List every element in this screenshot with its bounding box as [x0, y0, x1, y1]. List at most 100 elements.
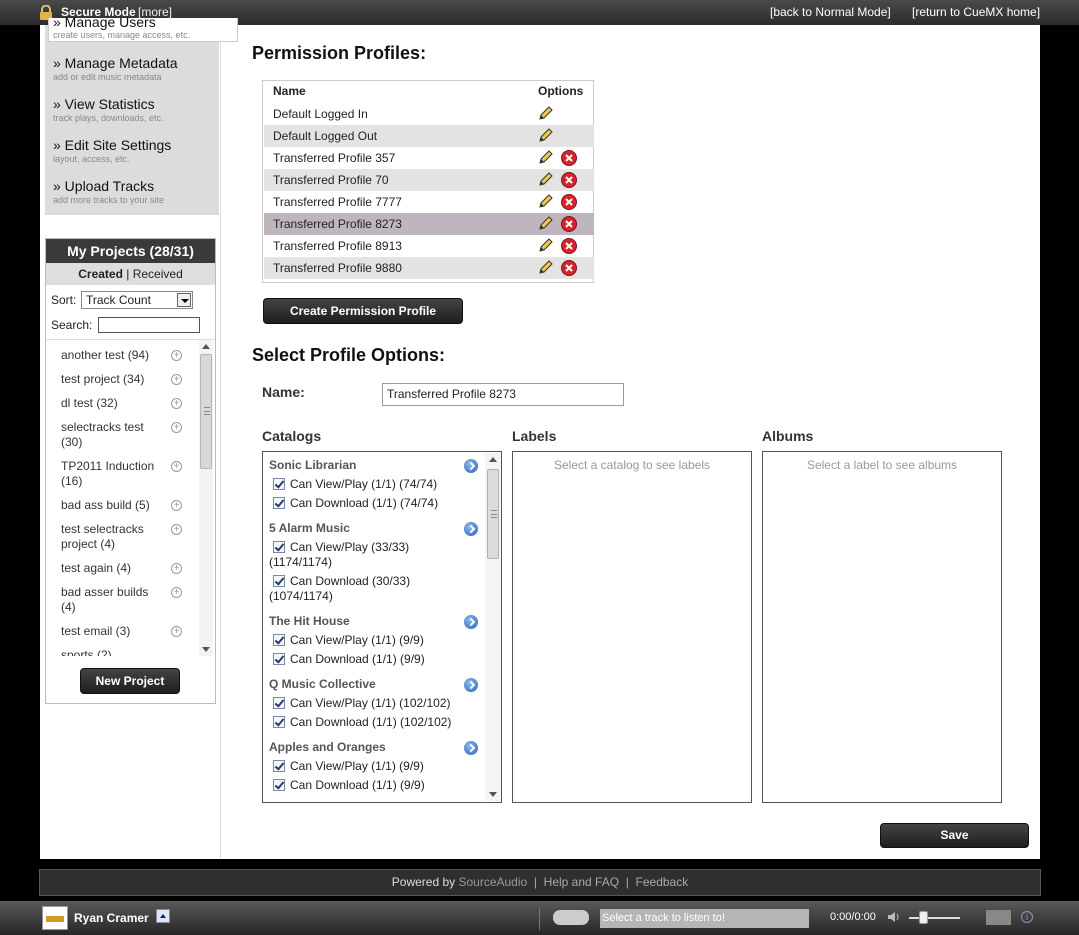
catalog-name[interactable]: Q Music Collective [269, 677, 479, 691]
table-row[interactable]: Default Logged In [264, 103, 594, 125]
catalog-permission-download[interactable]: Can Download (30/33) [273, 574, 410, 589]
expand-arrow-icon[interactable] [464, 459, 478, 473]
tab-received[interactable]: Received [133, 267, 183, 281]
visualizer-icon[interactable] [986, 910, 1011, 925]
sort-select[interactable]: Track Count [81, 291, 193, 309]
catalog-name[interactable]: Apples and Oranges [269, 740, 479, 754]
list-item[interactable]: test again (4) [61, 561, 161, 576]
save-button[interactable]: Save [880, 823, 1029, 848]
catalog-permission-download[interactable]: Can Download (1/1) (74/74) [273, 496, 438, 511]
admin-item-manage-users[interactable]: » Manage Users create users, manage acce… [48, 14, 238, 42]
list-item[interactable]: test selectracks project (4) [61, 522, 161, 552]
scroll-down-icon[interactable] [489, 792, 497, 797]
expand-arrow-icon[interactable] [464, 522, 478, 536]
add-circle-icon[interactable]: + [171, 374, 182, 385]
feedback-link[interactable]: Feedback [636, 875, 689, 889]
checkbox[interactable] [273, 541, 285, 553]
volume-icon[interactable] [887, 911, 901, 923]
add-circle-icon[interactable]: + [171, 524, 182, 535]
return-home-link[interactable]: [return to CueMX home] [912, 5, 1040, 19]
add-circle-icon[interactable]: + [171, 500, 182, 511]
checkbox[interactable] [273, 653, 285, 665]
catalog-permission-view[interactable]: Can View/Play (1/1) (9/9) [273, 759, 424, 774]
delete-icon[interactable] [561, 150, 577, 166]
info-icon[interactable]: i [1021, 911, 1033, 923]
expand-arrow-icon[interactable] [464, 678, 478, 692]
pencil-edit-icon[interactable] [538, 238, 553, 253]
tab-created[interactable]: Created [78, 267, 123, 281]
catalog-name[interactable]: Sonic Librarian [269, 458, 479, 472]
list-item[interactable]: sports (2) [61, 648, 161, 656]
catalog-permission-view[interactable]: Can View/Play (1/1) (74/74) [273, 477, 437, 492]
scroll-down-icon[interactable] [202, 647, 210, 652]
pencil-edit-icon[interactable] [538, 150, 553, 165]
checkbox[interactable] [273, 478, 285, 490]
delete-icon[interactable] [561, 260, 577, 276]
add-circle-icon[interactable]: + [171, 563, 182, 574]
table-row[interactable]: Transferred Profile 8913 [264, 235, 594, 257]
checkbox[interactable] [273, 716, 285, 728]
checkbox[interactable] [273, 634, 285, 646]
delete-icon[interactable] [561, 172, 577, 188]
list-item[interactable]: bad asser builds (4) [61, 585, 161, 615]
volume-slider[interactable] [909, 917, 960, 919]
admin-item-view-statistics[interactable]: » View Statistics track plays, downloads… [53, 96, 218, 123]
catalog-permission-download[interactable]: Can Download (1/1) (102/102) [273, 715, 451, 730]
catalog-permission-download[interactable]: Can Download (1/1) (9/9) [273, 652, 425, 667]
pencil-edit-icon[interactable] [538, 216, 553, 231]
scroll-up-icon[interactable] [202, 344, 210, 349]
profile-name-input[interactable]: Transferred Profile 8273 [382, 383, 624, 406]
list-item[interactable]: bad ass build (5) [61, 498, 161, 513]
scroll-thumb[interactable] [200, 354, 212, 469]
pencil-edit-icon[interactable] [538, 106, 553, 121]
add-circle-icon[interactable]: + [171, 626, 182, 637]
list-item[interactable]: test email (3) [61, 624, 161, 639]
create-permission-profile-button[interactable]: Create Permission Profile [263, 298, 463, 324]
project-search-input[interactable] [98, 317, 200, 333]
catalog-permission-view[interactable]: Can View/Play (33/33) [273, 540, 409, 555]
catalog-permission-download[interactable]: Can Download (1/1) (9/9) [273, 778, 425, 793]
checkbox[interactable] [273, 697, 285, 709]
play-button[interactable] [553, 910, 589, 925]
admin-item-manage-metadata[interactable]: » Manage Metadata add or edit music meta… [53, 55, 218, 82]
delete-icon[interactable] [561, 238, 577, 254]
list-item[interactable]: TP2011 Induction (16) [61, 459, 161, 489]
table-row[interactable]: Default Logged Out [264, 125, 594, 147]
pencil-edit-icon[interactable] [538, 194, 553, 209]
expand-arrow-icon[interactable] [464, 615, 478, 629]
admin-item-upload-tracks[interactable]: » Upload Tracks add more tracks to your … [53, 178, 218, 205]
checkbox[interactable] [273, 760, 285, 772]
list-item[interactable]: another test (94) [61, 348, 161, 363]
back-to-normal-mode-link[interactable]: [back to Normal Mode] [770, 5, 891, 19]
pencil-edit-icon[interactable] [538, 260, 553, 275]
catalogs-scrollbar[interactable] [485, 453, 501, 801]
scroll-up-icon[interactable] [489, 457, 497, 462]
checkbox[interactable] [273, 575, 285, 587]
list-item[interactable]: test project (34) [61, 372, 161, 387]
table-row[interactable]: Transferred Profile 70 [264, 169, 594, 191]
pencil-edit-icon[interactable] [538, 128, 553, 143]
admin-item-edit-site-settings[interactable]: » Edit Site Settings layout, access, etc… [53, 137, 218, 164]
checkbox[interactable] [273, 497, 285, 509]
user-name[interactable]: Ryan Cramer [74, 911, 149, 925]
track-display[interactable]: Select a track to listen to! [600, 909, 809, 928]
add-circle-icon[interactable]: + [171, 422, 182, 433]
scroll-thumb[interactable] [487, 469, 499, 559]
pencil-edit-icon[interactable] [538, 172, 553, 187]
add-circle-icon[interactable]: + [171, 350, 182, 361]
sourceaudio-link[interactable]: SourceAudio [458, 875, 527, 889]
table-row[interactable]: Transferred Profile 7777 [264, 191, 594, 213]
table-row-selected[interactable]: Transferred Profile 8273 [264, 213, 594, 235]
add-circle-icon[interactable]: + [171, 587, 182, 598]
chevron-down-icon[interactable] [177, 293, 191, 307]
new-project-button[interactable]: New Project [80, 668, 180, 694]
delete-icon[interactable] [561, 216, 577, 232]
delete-icon[interactable] [561, 194, 577, 210]
catalog-permission-view[interactable]: Can View/Play (1/1) (9/9) [273, 633, 424, 648]
catalog-permission-view[interactable]: Can View/Play (1/1) (102/102) [273, 696, 451, 711]
project-list-scrollbar[interactable] [199, 340, 213, 656]
add-circle-icon[interactable]: + [171, 398, 182, 409]
help-faq-link[interactable]: Help and FAQ [544, 875, 619, 889]
catalog-name[interactable]: 5 Alarm Music [269, 521, 479, 535]
table-row[interactable]: Transferred Profile 9880 [264, 257, 594, 279]
